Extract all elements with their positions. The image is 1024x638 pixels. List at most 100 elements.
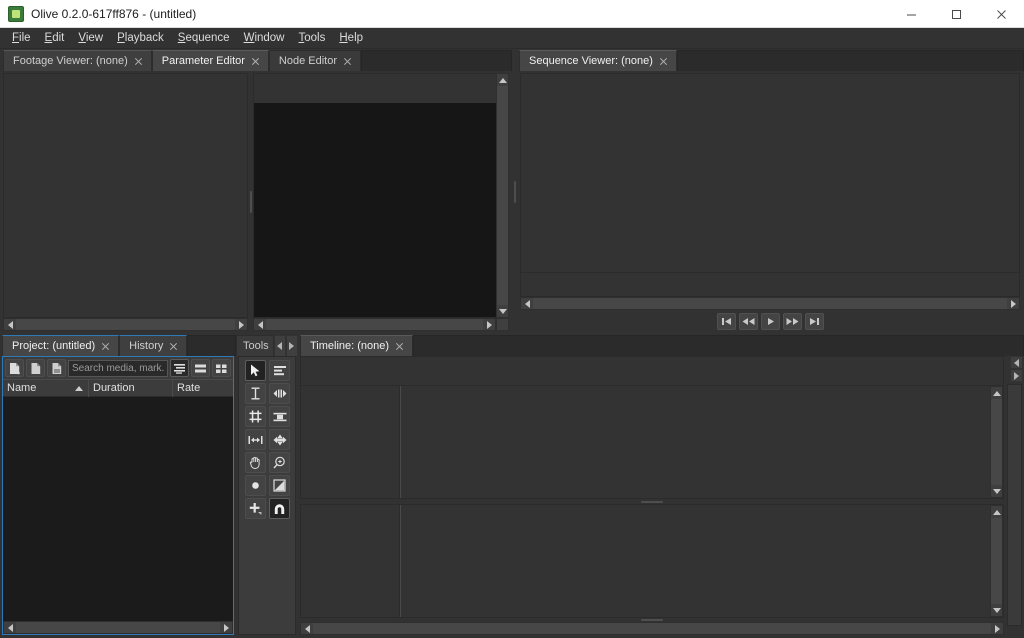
save-project-icon[interactable] (47, 359, 66, 377)
parameter-editor-keyframe-area[interactable] (254, 103, 496, 317)
scroll-right-icon[interactable] (220, 622, 232, 633)
project-hscrollbar[interactable] (3, 621, 233, 634)
play-button[interactable] (760, 312, 780, 330)
scroll-trough[interactable] (313, 623, 991, 634)
tab-node-editor[interactable]: Node Editor (268, 50, 362, 71)
close-icon[interactable] (659, 57, 668, 66)
close-icon[interactable] (169, 342, 178, 351)
search-input[interactable] (68, 359, 168, 377)
scroll-left-icon[interactable] (521, 298, 533, 309)
new-item-icon[interactable] (5, 359, 24, 377)
edit-tool[interactable] (245, 383, 266, 404)
video-track-header[interactable] (301, 386, 400, 498)
open-project-icon[interactable] (26, 359, 45, 377)
scroll-left-icon[interactable] (254, 319, 266, 330)
scroll-trough[interactable] (991, 399, 1002, 485)
sequence-viewer-canvas[interactable] (520, 73, 1020, 273)
rolling-tool[interactable] (269, 406, 290, 427)
timeline-ruler[interactable] (300, 356, 1004, 385)
menu-item-sequence[interactable]: Sequence (171, 30, 237, 46)
tab-project[interactable]: Project: (untitled) (2, 335, 120, 356)
tab-timeline[interactable]: Timeline: (none) (300, 335, 414, 356)
close-icon[interactable] (343, 57, 352, 66)
magnet-icon[interactable] (269, 498, 290, 519)
sequence-viewer-timeruler[interactable] (520, 273, 1020, 297)
rewind-button[interactable] (738, 312, 758, 330)
maximize-icon[interactable] (934, 0, 979, 28)
scroll-right-icon[interactable] (483, 319, 495, 330)
menu-item-playback[interactable]: Playback (110, 30, 171, 46)
tab-sequence-viewer[interactable]: Sequence Viewer: (none) (519, 50, 677, 71)
video-track-body[interactable] (400, 386, 990, 498)
menu-item-tools[interactable]: Tools (292, 30, 333, 46)
column-header-duration[interactable]: Duration (89, 379, 173, 397)
timeline-hscrollbar[interactable] (300, 622, 1004, 635)
razor-tool[interactable] (245, 406, 266, 427)
scroll-right-icon[interactable] (235, 319, 247, 330)
close-icon[interactable] (134, 57, 143, 66)
parameter-editor-hscrollbar[interactable] (253, 318, 496, 331)
column-header-name[interactable]: Name (3, 379, 89, 397)
audio-track-header[interactable] (301, 505, 400, 617)
detail-view-icon[interactable] (191, 359, 210, 377)
track-select-tool[interactable] (269, 360, 290, 381)
scroll-left-icon[interactable] (301, 623, 313, 634)
scroll-up-icon[interactable] (991, 387, 1002, 399)
scroll-trough[interactable] (991, 518, 1002, 604)
parameter-editor-vscrollbar[interactable] (496, 73, 509, 318)
go-to-end-button[interactable] (804, 312, 824, 330)
playhead[interactable] (400, 505, 401, 617)
menu-item-file[interactable]: File (5, 30, 38, 46)
chevron-right-icon[interactable] (1010, 369, 1023, 382)
scroll-trough[interactable] (533, 298, 1007, 309)
pointer-tool[interactable] (245, 360, 266, 381)
tab-tools[interactable]: Tools (236, 335, 274, 356)
close-icon[interactable] (101, 342, 110, 351)
scroll-right-icon[interactable] (991, 623, 1003, 634)
scroll-down-icon[interactable] (991, 485, 1002, 497)
sequence-viewer-hscrollbar[interactable] (520, 297, 1020, 310)
magnifier-plus-icon[interactable] (269, 452, 290, 473)
close-icon[interactable] (395, 342, 404, 351)
column-header-rate[interactable]: Rate (173, 379, 233, 397)
transition-icon[interactable] (269, 475, 290, 496)
record-dot-icon[interactable] (245, 475, 266, 496)
scroll-down-icon[interactable] (497, 305, 508, 317)
ripple-tool[interactable] (269, 383, 290, 404)
slip-tool[interactable] (245, 429, 266, 450)
tab-footage-viewer[interactable]: Footage Viewer: (none) (3, 50, 152, 71)
scroll-up-icon[interactable] (991, 506, 1002, 518)
hand-tool[interactable] (245, 452, 266, 473)
scroll-right-icon[interactable] (1007, 298, 1019, 309)
menu-item-view[interactable]: View (71, 30, 110, 46)
project-media-list[interactable] (3, 397, 233, 621)
minimize-icon[interactable] (889, 0, 934, 28)
icon-view-icon[interactable] (212, 359, 231, 377)
scroll-trough[interactable] (497, 86, 508, 305)
scroll-trough[interactable] (16, 622, 220, 633)
list-view-icon[interactable] (170, 359, 189, 377)
menu-item-window[interactable]: Window (237, 30, 292, 46)
chevron-right-icon[interactable] (285, 335, 298, 356)
chevron-left-icon[interactable] (273, 335, 286, 356)
menu-item-help[interactable]: Help (332, 30, 370, 46)
playhead[interactable] (400, 386, 401, 498)
fast-forward-button[interactable] (782, 312, 802, 330)
scroll-left-icon[interactable] (4, 319, 16, 330)
video-track-vscrollbar[interactable] (990, 386, 1003, 498)
scroll-trough[interactable] (266, 319, 483, 330)
scroll-trough[interactable] (16, 319, 235, 330)
tab-parameter-editor[interactable]: Parameter Editor (151, 50, 269, 71)
menu-item-edit[interactable]: Edit (38, 30, 72, 46)
close-icon[interactable] (251, 57, 260, 66)
audio-track-vscrollbar[interactable] (990, 505, 1003, 617)
timeline-side-dock[interactable] (1007, 384, 1022, 626)
tab-history[interactable]: History (119, 335, 188, 356)
slide-tool[interactable] (269, 429, 290, 450)
footage-viewer-hscrollbar[interactable] (3, 318, 248, 331)
audio-track-body[interactable] (400, 505, 990, 617)
chevron-left-icon[interactable] (1010, 356, 1023, 369)
add-plus-icon[interactable] (245, 498, 266, 519)
footage-viewer-canvas[interactable] (3, 73, 248, 318)
scroll-left-icon[interactable] (4, 622, 16, 633)
